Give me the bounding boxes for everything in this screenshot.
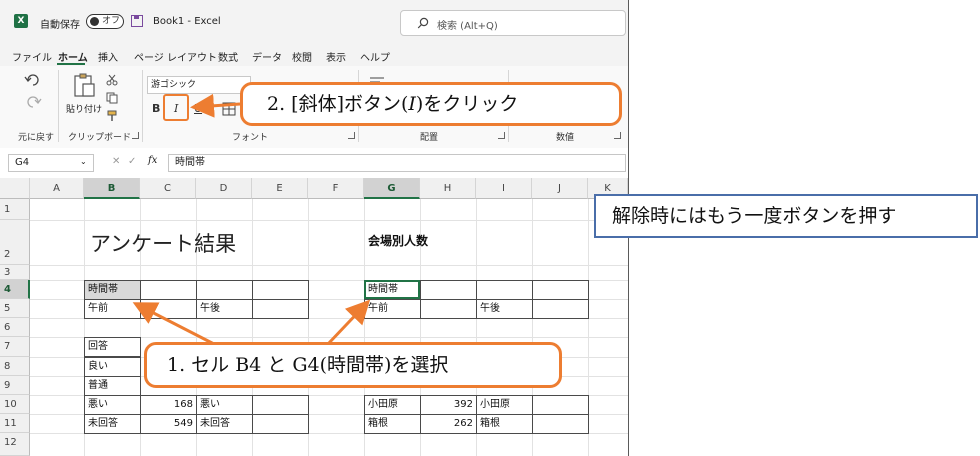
arrow-to-italic (190, 93, 241, 118)
note-callout: 解除時にはもう一度ボタンを押す (594, 194, 978, 238)
step1-callout: 1. セル B4 と G4(時間帯)を選択 (144, 342, 562, 388)
arrow-to-g4 (326, 299, 371, 346)
arrow-to-b4 (132, 302, 215, 346)
step2-callout: 2. [斜体]ボタン(𝐼)をクリック (240, 82, 622, 126)
